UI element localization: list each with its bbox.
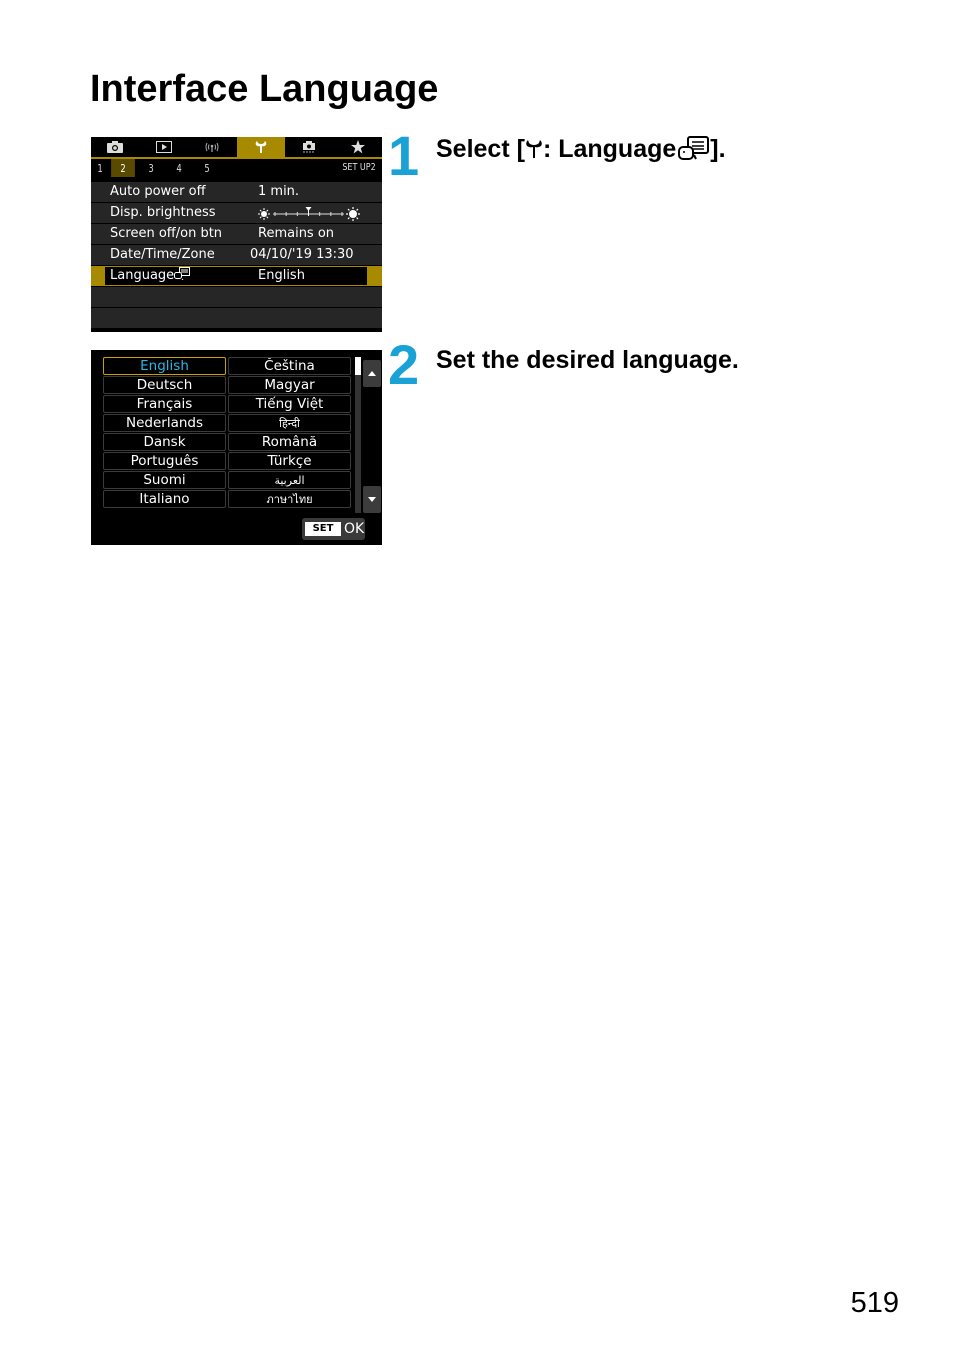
language-option[interactable]: Türkçe xyxy=(228,452,351,470)
sub-tab-1[interactable]: 1 xyxy=(92,159,107,177)
wrench-icon xyxy=(255,141,267,153)
slider-marker xyxy=(305,207,312,211)
language-option[interactable]: Português xyxy=(103,452,226,470)
arrow-up-icon xyxy=(368,371,376,376)
step-instruction: Set the desired language. xyxy=(436,346,739,374)
menu-item-value: Remains on xyxy=(258,226,335,241)
playback-icon xyxy=(155,141,172,153)
scroll-down-button[interactable] xyxy=(363,486,381,513)
sub-tab-bar: 1 2 3 4 5 xyxy=(91,159,382,177)
setup-wrench-icon xyxy=(526,140,542,158)
language-option[interactable]: Română xyxy=(228,433,351,451)
menu-item-label: Auto power off xyxy=(110,184,206,199)
tab-setup[interactable] xyxy=(236,137,285,157)
arrow-down-icon xyxy=(368,497,376,502)
wireless-icon xyxy=(205,142,219,152)
menu-item-empty xyxy=(91,287,382,308)
sub-tab-2[interactable]: 2 xyxy=(111,159,135,177)
scroll-up-button[interactable] xyxy=(363,360,381,387)
sub-tab-label: SET UP2 xyxy=(342,162,376,173)
menu-item-date-time-zone[interactable]: Date/Time/Zone 04/10/'19 13:30 xyxy=(91,245,382,266)
menu-item-value: 1 min. xyxy=(258,184,300,199)
language-speech-icon xyxy=(678,136,710,160)
set-ok-button[interactable]: SET OK xyxy=(302,518,365,540)
step-number: 1 xyxy=(388,124,420,187)
language-option[interactable]: Suomi xyxy=(103,471,226,489)
tab-custom-functions[interactable] xyxy=(285,137,334,157)
sub-tab-3[interactable]: 3 xyxy=(139,159,163,177)
brightness-slider xyxy=(258,207,360,221)
language-icon xyxy=(174,267,191,281)
tab-wireless[interactable] xyxy=(188,137,237,157)
custom-function-icon xyxy=(303,141,316,153)
menu-item-label: Date/Time/Zone xyxy=(110,247,215,262)
page-number: 519 xyxy=(850,1287,899,1319)
step-instruction: Select [: Language]. xyxy=(436,135,726,163)
sun-small-icon xyxy=(258,208,270,220)
menu-item-language[interactable]: Language English xyxy=(91,266,382,287)
setup-menu-screen: 1 2 3 4 5 SET UP2 Auto power off 1 min. … xyxy=(91,137,382,332)
menu-item-label: Screen off/on btn xyxy=(110,226,223,241)
tab-shooting[interactable] xyxy=(91,137,140,157)
menu-item-label: Language xyxy=(110,266,191,286)
language-option[interactable]: English xyxy=(103,357,226,375)
sub-tab-5[interactable]: 5 xyxy=(195,159,219,177)
menu-item-value: 04/10/'19 13:30 xyxy=(250,247,354,262)
scrollbar-thumb[interactable] xyxy=(355,357,361,375)
language-option[interactable]: Čeština xyxy=(228,357,351,375)
language-option[interactable]: हिन्दी xyxy=(228,414,351,432)
language-option[interactable]: Nederlands xyxy=(103,414,226,432)
main-tab-bar xyxy=(91,137,382,157)
language-option[interactable]: Dansk xyxy=(103,433,226,451)
menu-item-value: English xyxy=(258,268,305,283)
menu-item-auto-power-off[interactable]: Auto power off 1 min. xyxy=(91,182,382,203)
language-option[interactable]: Italiano xyxy=(103,490,226,508)
language-option[interactable]: Tiếng Việt xyxy=(228,395,351,413)
menu-item-empty xyxy=(91,308,382,329)
language-option[interactable]: Magyar xyxy=(228,376,351,394)
language-option[interactable]: Deutsch xyxy=(103,376,226,394)
language-option[interactable]: Français xyxy=(103,395,226,413)
setup-menu-list: Auto power off 1 min. Disp. brightness S… xyxy=(91,182,382,329)
star-icon xyxy=(350,140,365,154)
step-number: 2 xyxy=(388,333,420,396)
tab-my-menu[interactable] xyxy=(334,137,383,157)
page-title: Interface Language xyxy=(90,68,439,110)
sub-tab-4[interactable]: 4 xyxy=(167,159,191,177)
menu-item-screen-off-on[interactable]: Screen off/on btn Remains on xyxy=(91,224,382,245)
set-button-badge: SET xyxy=(305,522,341,536)
language-select-screen: English Čeština Deutsch Magyar Français Tiếng… xyxy=(91,350,382,545)
menu-item-disp-brightness[interactable]: Disp. brightness xyxy=(91,203,382,224)
sun-large-icon xyxy=(346,207,360,221)
language-option[interactable]: ภาษาไทย xyxy=(228,490,351,508)
tab-playback[interactable] xyxy=(140,137,189,157)
camera-icon xyxy=(107,141,124,153)
language-option[interactable]: العربية xyxy=(228,471,351,489)
ok-label: OK xyxy=(344,521,365,537)
menu-item-label: Disp. brightness xyxy=(110,205,216,220)
scrollbar[interactable] xyxy=(355,357,361,513)
language-grid: English Čeština Deutsch Magyar Français Tiếng… xyxy=(103,357,351,508)
